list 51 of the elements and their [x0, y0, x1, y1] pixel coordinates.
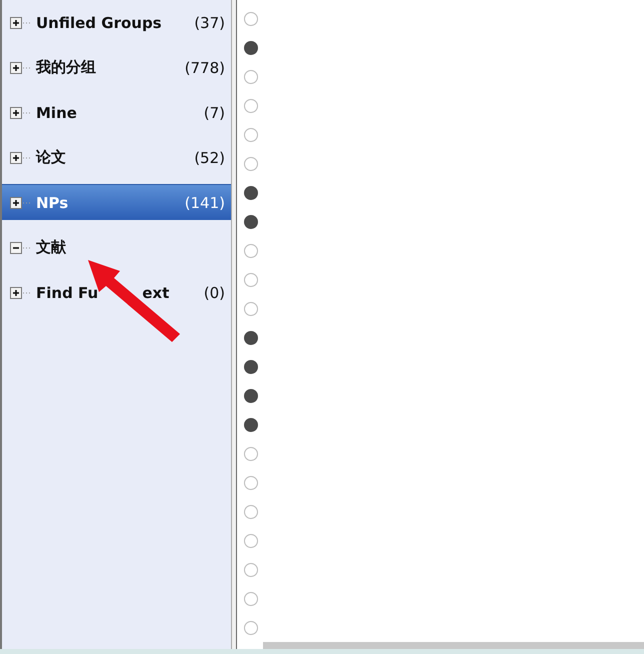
expand-icon[interactable] — [10, 62, 32, 74]
expand-icon[interactable] — [10, 16, 32, 28]
read-status-dot[interactable] — [244, 360, 258, 374]
group-count: (0) — [204, 284, 225, 302]
expand-icon[interactable] — [10, 196, 32, 208]
read-status-dot[interactable] — [244, 446, 258, 460]
group-count: (37) — [194, 14, 225, 32]
read-status-dot[interactable] — [244, 214, 258, 228]
read-status-dot[interactable] — [244, 330, 258, 344]
expand-icon[interactable] — [10, 106, 32, 118]
group-name-fragment: ext — [142, 284, 170, 302]
read-status-dot[interactable] — [244, 388, 258, 402]
read-status-dot[interactable] — [244, 244, 258, 258]
read-status-dot[interactable] — [244, 40, 258, 54]
group-item[interactable]: Unfiled Groups (37) — [2, 4, 231, 40]
group-count: (778) — [184, 58, 225, 76]
expand-icon[interactable] — [10, 152, 32, 164]
read-status-dot[interactable] — [244, 156, 258, 170]
group-name: NPs — [36, 194, 68, 212]
group-item[interactable]: 我的分组 (778) — [2, 49, 231, 85]
read-status-dot[interactable] — [244, 592, 258, 606]
group-name: Unfiled Groups — [36, 14, 162, 32]
group-count: (7) — [204, 104, 225, 122]
read-status-dot[interactable] — [244, 476, 258, 490]
read-status-dot[interactable] — [244, 562, 258, 576]
group-count: (52) — [194, 148, 225, 166]
group-item[interactable]: Find Fu ext (0) — [2, 274, 231, 310]
read-status-dot[interactable] — [244, 128, 258, 142]
read-status-dot[interactable] — [244, 620, 258, 634]
read-status-dot[interactable] — [244, 302, 258, 316]
read-status-dot[interactable] — [244, 70, 258, 84]
group-name: Mine — [36, 104, 77, 122]
read-status-dot[interactable] — [244, 98, 258, 112]
group-name: 我的分组 — [36, 58, 96, 77]
group-item[interactable]: Mine (7) — [2, 94, 231, 130]
group-item[interactable]: 论文 (52) — [2, 139, 231, 175]
group-name: 文献 — [36, 238, 66, 257]
read-status-dot[interactable] — [244, 12, 258, 26]
read-status-dot[interactable] — [244, 418, 258, 432]
expand-icon[interactable] — [10, 286, 32, 298]
horizontal-scrollbar[interactable] — [263, 642, 644, 649]
read-status-dot[interactable] — [244, 186, 258, 200]
group-name: 论文 — [36, 148, 66, 167]
group-name: Find Fu — [36, 284, 98, 302]
group-count: (141) — [184, 194, 225, 212]
group-item[interactable]: 文献 — [2, 229, 231, 265]
read-status-dot[interactable] — [244, 272, 258, 286]
collapse-icon[interactable] — [10, 242, 32, 254]
read-status-dot[interactable] — [244, 504, 258, 518]
read-status-dot[interactable] — [244, 534, 258, 548]
group-item[interactable]: NPs (141) — [2, 184, 231, 220]
